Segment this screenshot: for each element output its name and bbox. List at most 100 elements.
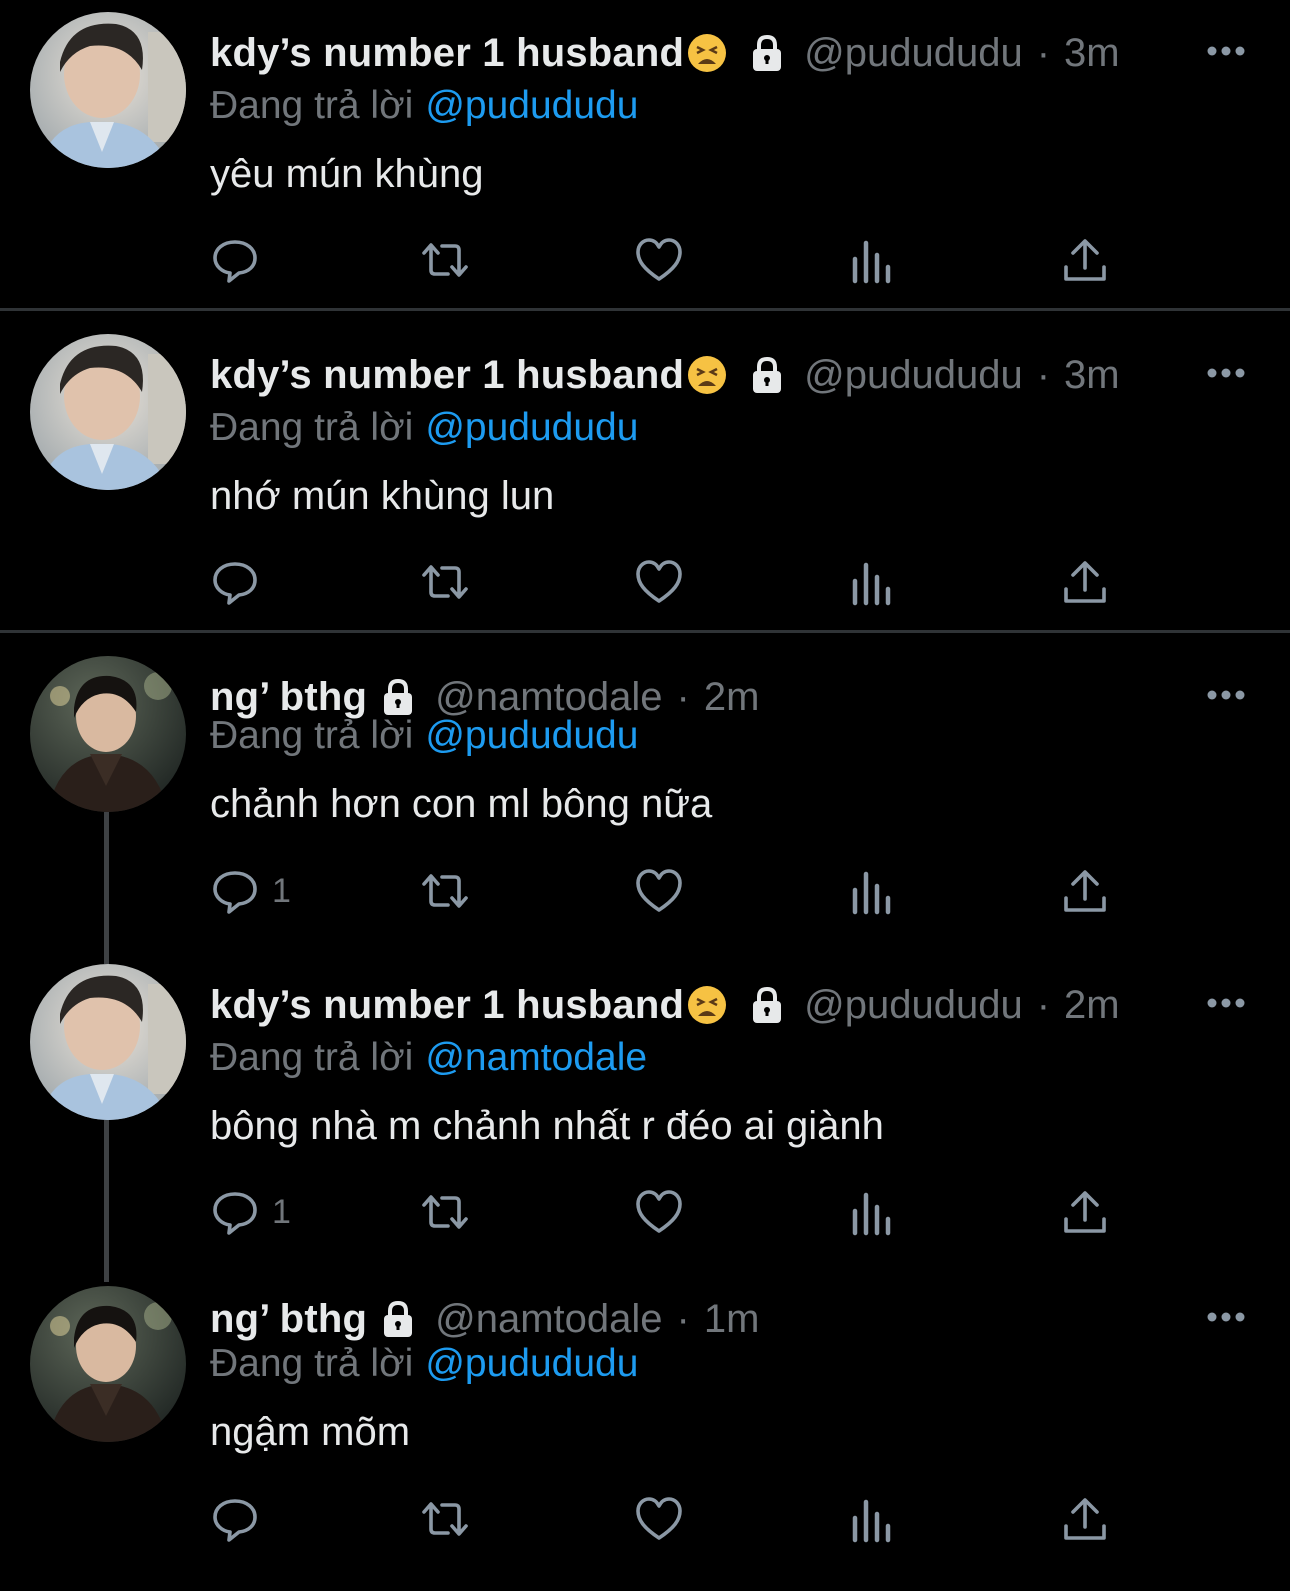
replying-to-label: Đang trả lời bbox=[210, 1036, 414, 1079]
share-button[interactable] bbox=[1060, 233, 1110, 287]
display-name[interactable]: ng’ bthg bbox=[210, 1297, 367, 1342]
tweet-text: nhớ mún khùng lun bbox=[210, 474, 555, 518]
tweet[interactable]: kdy’s number 1 husband @pudududu · 2m Đa… bbox=[0, 952, 1290, 1270]
separator-dot: · bbox=[1036, 982, 1051, 1027]
views-button[interactable] bbox=[847, 555, 897, 609]
lock-icon bbox=[384, 678, 413, 715]
tweet-actions bbox=[210, 1492, 1110, 1552]
tweet-header: ng’ bthg @namtodale · 1m bbox=[210, 1294, 1150, 1344]
weary-face-emoji bbox=[688, 986, 727, 1024]
reply-button[interactable] bbox=[210, 555, 272, 609]
tweet-header: kdy’s number 1 husband @pudududu · 3m bbox=[210, 350, 1150, 400]
tweet-timestamp[interactable]: 2m bbox=[704, 675, 760, 720]
tweet[interactable]: kdy’s number 1 husband @pudududu · 3m Đa… bbox=[0, 0, 1290, 308]
tweet[interactable]: ng’ bthg @namtodale · 1m Đang trả lời @pu… bbox=[0, 1274, 1290, 1591]
weary-face-emoji bbox=[688, 356, 727, 394]
replying-to: Đang trả lời @pudududu bbox=[210, 84, 638, 128]
tweet-divider bbox=[0, 630, 1290, 633]
user-handle[interactable]: @namtodale bbox=[435, 675, 662, 720]
avatar[interactable] bbox=[30, 1286, 186, 1442]
reply-mention-link[interactable]: @pudududu bbox=[425, 406, 638, 449]
avatar[interactable] bbox=[30, 964, 186, 1120]
user-handle[interactable]: @pudududu bbox=[804, 31, 1023, 76]
reply-icon bbox=[213, 240, 257, 283]
reply-mention-link[interactable]: @pudududu bbox=[425, 714, 638, 757]
tweet[interactable]: ng’ bthg @namtodale · 2m Đang trả lời @pu… bbox=[0, 644, 1290, 952]
reply-mention-link[interactable]: @pudududu bbox=[425, 1342, 638, 1385]
share-icon bbox=[1064, 1191, 1106, 1233]
reply-icon bbox=[213, 871, 257, 914]
retweet-button[interactable] bbox=[420, 864, 470, 918]
like-button[interactable] bbox=[634, 864, 684, 918]
user-handle[interactable]: @pudududu bbox=[804, 353, 1023, 398]
user-handle[interactable]: @pudududu bbox=[804, 983, 1023, 1028]
like-button[interactable] bbox=[634, 555, 684, 609]
tweet-timestamp[interactable]: 1m bbox=[704, 1297, 760, 1342]
more-icon[interactable] bbox=[1206, 45, 1246, 57]
avatar[interactable] bbox=[30, 656, 186, 812]
more-icon[interactable] bbox=[1206, 689, 1246, 701]
reply-mention-link[interactable]: @namtodale bbox=[425, 1036, 647, 1079]
tweet-text: bông nhà m chảnh nhất r đéo ai giành bbox=[210, 1104, 884, 1148]
display-name[interactable]: kdy’s number 1 husband bbox=[210, 983, 684, 1028]
tweet-divider bbox=[0, 308, 1290, 311]
share-button[interactable] bbox=[1060, 1185, 1110, 1239]
like-button[interactable] bbox=[634, 1185, 684, 1239]
views-button[interactable] bbox=[847, 1185, 897, 1239]
views-button[interactable] bbox=[847, 1492, 897, 1546]
retweet-icon bbox=[422, 565, 468, 599]
reply-icon bbox=[213, 1192, 257, 1235]
retweet-button[interactable] bbox=[420, 555, 470, 609]
tweet[interactable]: kdy’s number 1 husband @pudududu · 3m Đa… bbox=[0, 322, 1290, 630]
views-button[interactable] bbox=[847, 233, 897, 287]
reply-button[interactable]: 1 bbox=[210, 864, 291, 918]
user-handle[interactable]: @namtodale bbox=[435, 1297, 662, 1342]
retweet-button[interactable] bbox=[420, 233, 470, 287]
tweet-timestamp[interactable]: 3m bbox=[1064, 31, 1120, 76]
lock-icon bbox=[384, 1300, 413, 1337]
reply-icon bbox=[213, 1499, 257, 1542]
display-name[interactable]: ng’ bthg bbox=[210, 675, 367, 720]
weary-face-emoji bbox=[688, 34, 727, 72]
retweet-button[interactable] bbox=[420, 1492, 470, 1546]
reply-count: 1 bbox=[272, 1192, 291, 1231]
share-icon bbox=[1064, 1498, 1106, 1540]
tweet-timestamp[interactable]: 3m bbox=[1064, 353, 1120, 398]
more-icon[interactable] bbox=[1206, 997, 1246, 1009]
display-name[interactable]: kdy’s number 1 husband bbox=[210, 353, 684, 398]
views-button[interactable] bbox=[847, 864, 897, 918]
share-button[interactable] bbox=[1060, 864, 1110, 918]
tweet-timestamp[interactable]: 2m bbox=[1064, 983, 1120, 1028]
like-button[interactable] bbox=[634, 233, 684, 287]
reply-mention-link[interactable]: @pudududu bbox=[425, 84, 638, 127]
replying-to-label: Đang trả lời bbox=[210, 1342, 414, 1385]
replying-to: Đang trả lời @pudududu bbox=[210, 1342, 638, 1386]
tweet-actions bbox=[210, 233, 1110, 293]
retweet-icon bbox=[422, 243, 468, 277]
replying-to-label: Đang trả lời bbox=[210, 84, 414, 127]
display-name[interactable]: kdy’s number 1 husband bbox=[210, 31, 684, 76]
tweet-text: ngậm mõm bbox=[210, 1410, 411, 1454]
replying-to: Đang trả lời @namtodale bbox=[210, 1036, 647, 1080]
retweet-icon bbox=[422, 1195, 468, 1229]
reply-button[interactable] bbox=[210, 1492, 272, 1546]
tweet-header: kdy’s number 1 husband @pudududu · 2m bbox=[210, 980, 1150, 1030]
like-button[interactable] bbox=[634, 1492, 684, 1546]
more-icon[interactable] bbox=[1206, 367, 1246, 379]
reply-button[interactable] bbox=[210, 233, 272, 287]
views-icon bbox=[852, 871, 891, 915]
retweet-button[interactable] bbox=[420, 1185, 470, 1239]
lock-icon bbox=[753, 986, 782, 1023]
separator-dot: · bbox=[1036, 352, 1051, 397]
reply-button[interactable]: 1 bbox=[210, 1185, 291, 1239]
separator-dot: · bbox=[676, 1296, 690, 1341]
avatar[interactable] bbox=[30, 12, 186, 168]
share-button[interactable] bbox=[1060, 555, 1110, 609]
avatar[interactable] bbox=[30, 334, 186, 490]
share-button[interactable] bbox=[1060, 1492, 1110, 1546]
more-icon[interactable] bbox=[1206, 1311, 1246, 1323]
replying-to-label: Đang trả lời bbox=[210, 406, 414, 449]
heart-icon bbox=[636, 1497, 682, 1540]
views-icon bbox=[852, 240, 891, 284]
views-icon bbox=[852, 1192, 891, 1236]
